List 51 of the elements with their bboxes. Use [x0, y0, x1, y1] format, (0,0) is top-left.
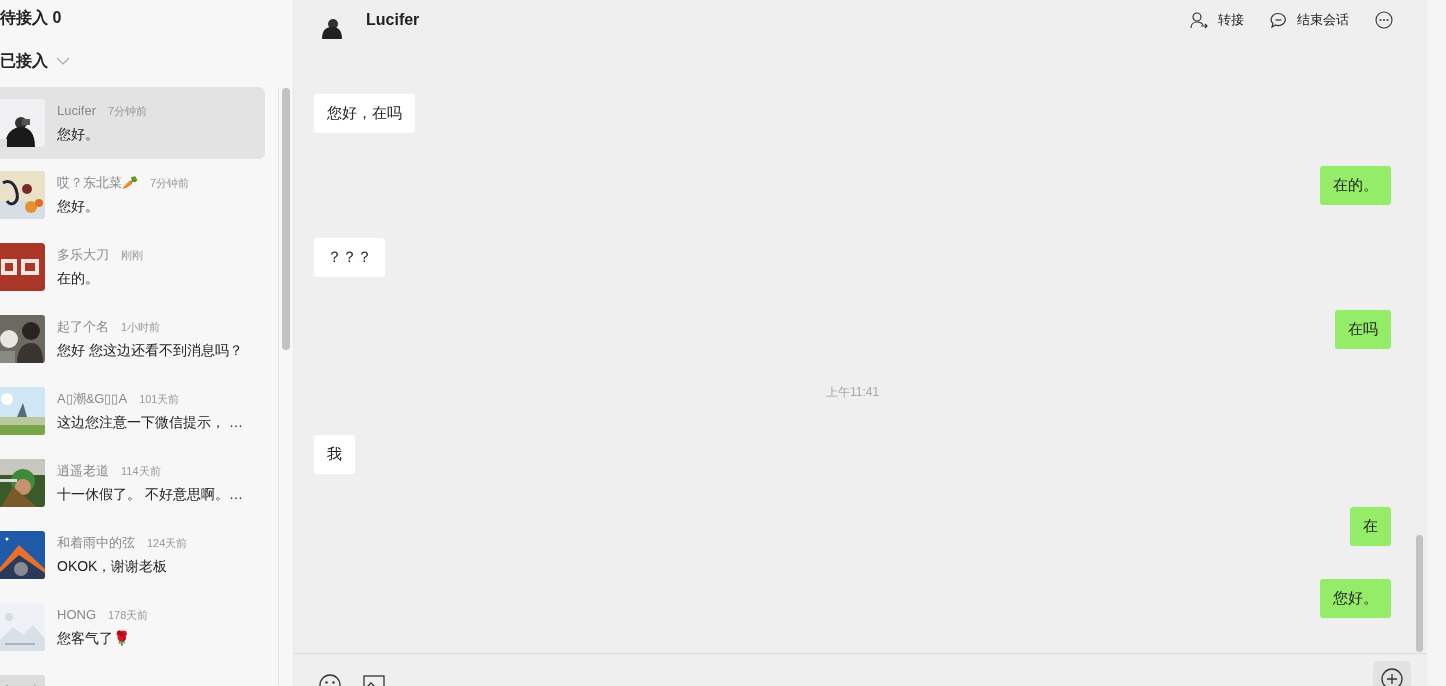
conversation-item[interactable]: 和着雨中的弦 124天前 OKOK，谢谢老板 [0, 519, 266, 591]
time-label: 7分钟前 [150, 175, 190, 191]
conversation-item[interactable]: A▯潮&G▯▯A 101天前 这边您注意一下微信提示， … [0, 375, 266, 447]
message-preview: 这边您注意一下微信提示， … [57, 413, 243, 433]
message-preview: OKOK，谢谢老板 [57, 557, 169, 577]
contact-name: HONG [57, 605, 96, 624]
waiting-title: 待接入 0 [0, 8, 63, 28]
message-preview: 十一休假了。 不好意思啊。… [57, 485, 243, 505]
time-label: 101天前 [139, 391, 180, 407]
add-button[interactable] [1373, 661, 1411, 686]
message-bubble: 您好。 [1320, 579, 1391, 618]
message-bubble: 在吗 [1335, 310, 1391, 349]
time-label: 7分钟前 [108, 103, 148, 119]
message-preview: 您好。 [57, 125, 100, 145]
end-chat-button[interactable]: 结束会话 [1270, 10, 1349, 30]
contact-name: 多乐大刀 [57, 245, 109, 264]
message-bubble: 在的。 [1320, 166, 1391, 205]
contact-name: A▯潮&G▯▯A [57, 389, 128, 408]
conversation-item[interactable]: Lucifer 7分钟前 您好。 [0, 87, 266, 159]
conversation-item[interactable]: HONG 178天前 您客气了🌹 [0, 591, 266, 663]
time-label: 1小时前 [121, 319, 161, 335]
contact-name: Lucifer [366, 10, 420, 30]
transfer-button[interactable]: 转接 [1190, 10, 1244, 30]
scrollbar[interactable] [1416, 535, 1423, 652]
message-preview: 您好 您这边还看不到消息吗？ [57, 341, 243, 361]
message-bubble: ？？？ [314, 238, 385, 277]
message-bubble: 我 [314, 435, 355, 474]
contact-name: Lucifer [57, 101, 97, 120]
more-icon[interactable] [1375, 11, 1393, 29]
contact-name: 和着雨中的弦 [57, 533, 135, 552]
scrollbar[interactable] [282, 88, 291, 350]
message-preview: 您好。 [57, 197, 100, 217]
conversation-item[interactable]: 哎？东北菜🥕 7分钟前 您好。 [0, 159, 266, 231]
chat-bubble-icon [1270, 11, 1287, 29]
person-icon [1190, 11, 1208, 29]
time-label: 178天前 [108, 607, 149, 623]
conversation-item[interactable]: 多乐大刀 刚刚 在的。 [0, 231, 266, 303]
contact-name: 逍遥老道 [57, 461, 109, 480]
accepted-title: 已接入 [0, 51, 48, 71]
conversation-item[interactable]: 逍遥老道 114天前 十一休假了。 不好意思啊。… [0, 447, 266, 519]
conversation-item[interactable]: 起了个名 1小时前 您好 您这边还看不到消息吗？ [0, 303, 266, 375]
message-bubble: 在 [1350, 507, 1391, 546]
time-label: 114天前 [121, 463, 161, 479]
message-bubble: 您好，在吗 [314, 94, 415, 133]
time-label: 124天前 [147, 535, 188, 551]
time-label: 刚刚 [121, 247, 143, 263]
message-preview: 您客气了🌹 [57, 629, 131, 649]
contact-name: 起了个名 [57, 317, 109, 336]
plus-icon [1381, 668, 1403, 686]
contact-name: 哎？东北菜🥕 [57, 173, 138, 192]
message-preview: 在的。 [57, 269, 100, 289]
